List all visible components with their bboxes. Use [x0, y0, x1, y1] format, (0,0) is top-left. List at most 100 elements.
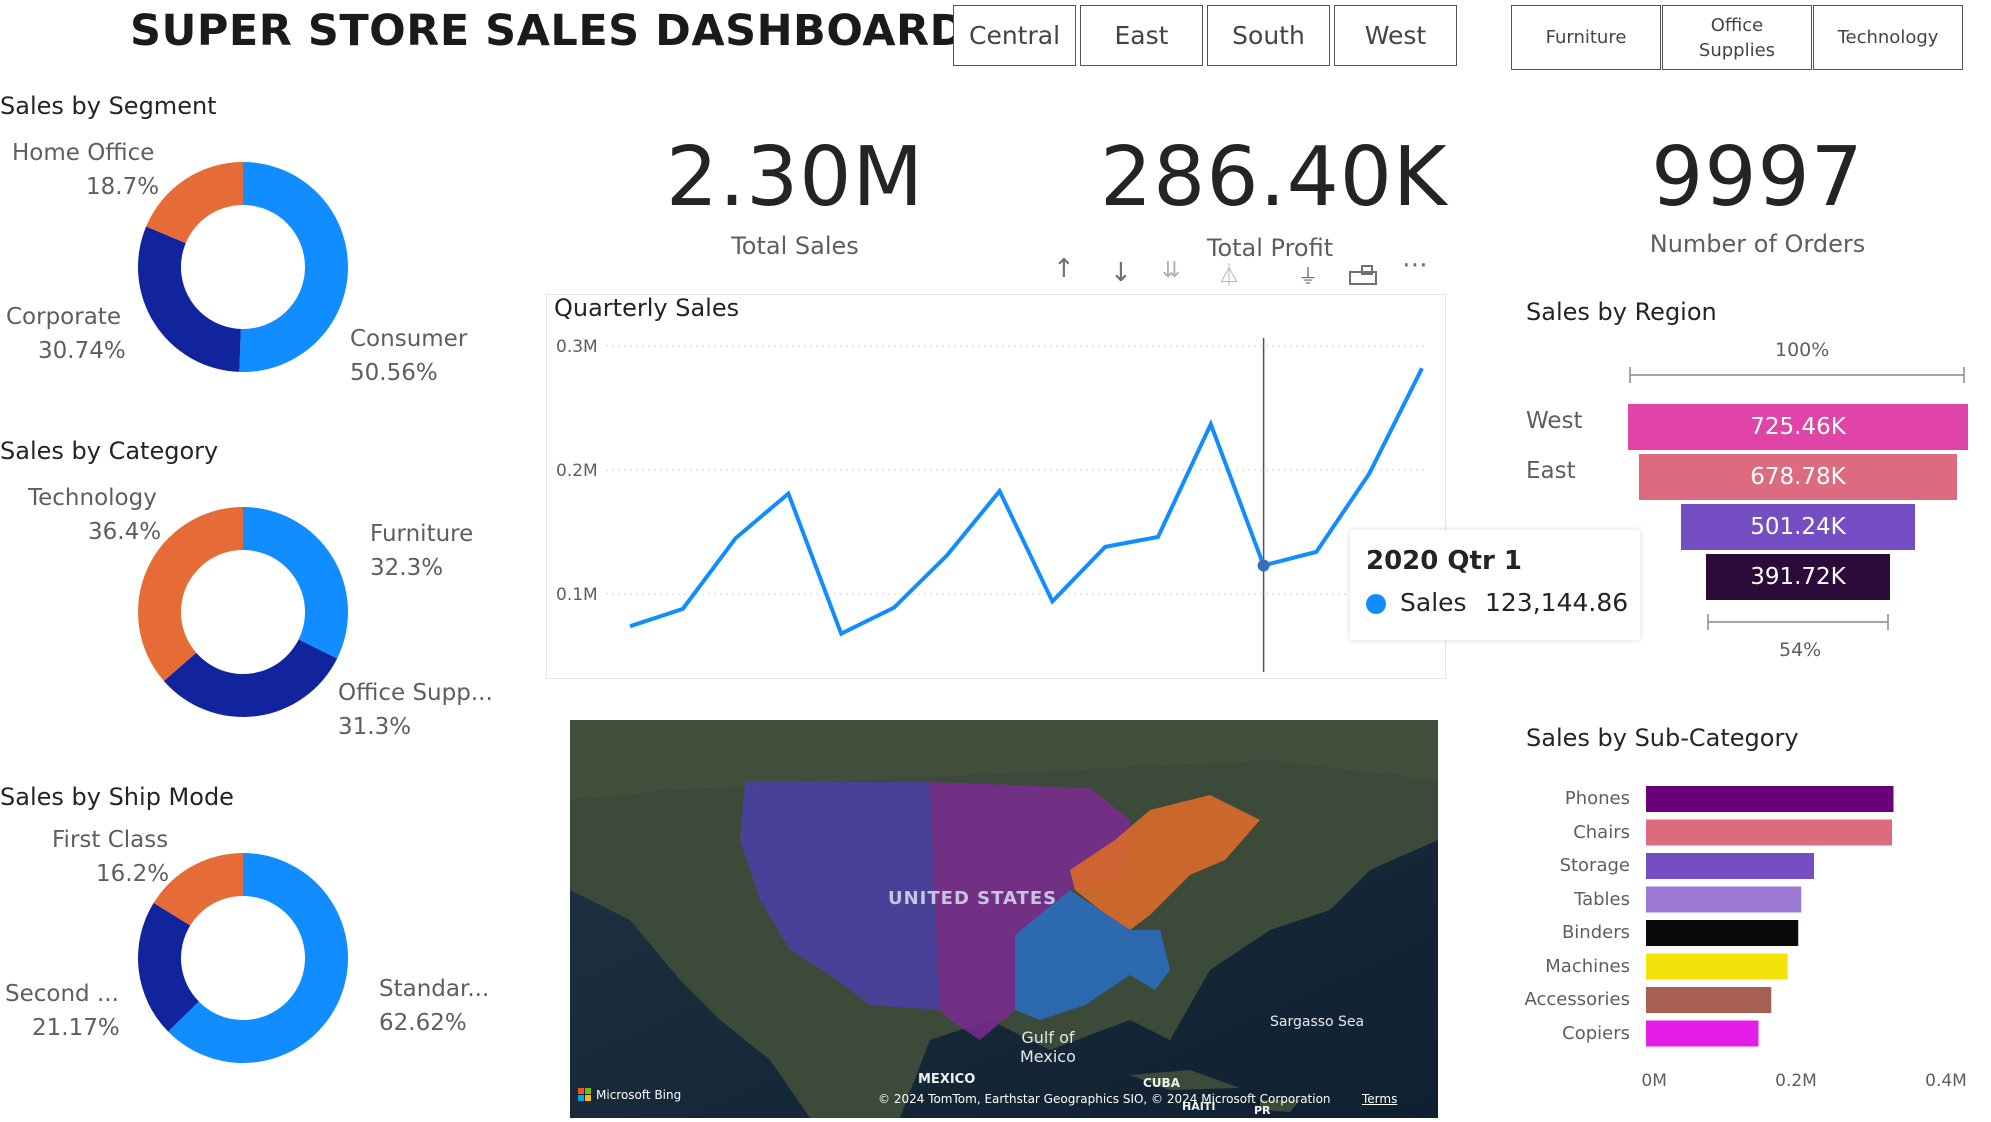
- slicer-region-central[interactable]: Central: [953, 5, 1076, 66]
- y-tick-label: 0.3M: [556, 337, 598, 357]
- region-label-west: West: [1526, 408, 1583, 434]
- tooltip-series-dot: [1366, 594, 1386, 614]
- region-bar-south[interactable]: 391.72K: [1706, 554, 1890, 600]
- kpi-total-profit-label: Total Profit: [1206, 234, 1334, 262]
- subcategory-chart[interactable]: 0.0M 0.2M 0.4M: [1640, 770, 1980, 1095]
- region-bottom-pct: 54%: [1779, 639, 1822, 661]
- category-slice-furniture[interactable]: [243, 507, 348, 659]
- subcategory-label-phones: Phones: [1564, 788, 1630, 809]
- subcategory-label-accessories: Accessories: [1524, 989, 1631, 1010]
- segment-slice-consumer[interactable]: [239, 162, 348, 372]
- y-tick-label: 0.1M: [556, 585, 598, 605]
- segment-pct-consumer: 50.56%: [350, 360, 438, 386]
- slicer-region-south[interactable]: South: [1207, 5, 1330, 66]
- y-tick-label: 0.2M: [556, 461, 598, 481]
- region-bottom-bracket: [1707, 614, 1889, 630]
- map-canvas[interactable]: [570, 720, 1438, 1118]
- segment-slice-home-office[interactable]: [146, 162, 243, 244]
- map-bing-label: Microsoft Bing: [596, 1088, 682, 1102]
- region-bar-central[interactable]: 501.24K: [1680, 504, 1916, 550]
- x-tick-label: 0.0M: [1640, 1071, 1667, 1091]
- quarterly-sales-title: Quarterly Sales: [554, 294, 740, 322]
- kpi-orders-label: Number of Orders: [1649, 230, 1866, 258]
- subcategory-bar-storage[interactable]: [1646, 853, 1814, 879]
- slicer-category-furniture[interactable]: Furniture: [1511, 5, 1661, 70]
- subcategory-bar-machines[interactable]: [1646, 953, 1788, 980]
- subcategory-bar-copiers[interactable]: [1646, 1020, 1759, 1047]
- slicer-category-office-supplies[interactable]: Office Supplies: [1662, 5, 1812, 70]
- kpi-total-profit-value: 286.40K: [1100, 130, 1448, 225]
- map-bing-logo: Microsoft Bing: [578, 1088, 681, 1102]
- map-sargasso-label: Sargasso Sea: [1270, 1014, 1365, 1030]
- category-label-furniture: Furniture: [370, 521, 474, 547]
- segment-label-corporate: Corporate: [6, 304, 121, 330]
- map-mexico-label: MEXICO: [918, 1072, 976, 1087]
- more-options-icon[interactable]: ⋯: [1402, 250, 1428, 280]
- subcategory-title: Sales by Sub-Category: [1526, 724, 1799, 752]
- segment-pct-corporate: 30.74%: [38, 338, 126, 364]
- segment-label-home-office: Home Office: [12, 140, 155, 166]
- next-level-icon[interactable]: ⇊: [1162, 258, 1180, 283]
- map-cuba-label: CUBA: [1143, 1076, 1180, 1090]
- map-terms-link[interactable]: Terms: [1362, 1092, 1397, 1106]
- category-pct-furniture: 32.3%: [370, 555, 444, 581]
- drill-down-icon[interactable]: ↓: [1110, 258, 1132, 288]
- shipmode-label-first-class: First Class: [52, 827, 169, 853]
- kpi-total-sales-value: 2.30M: [665, 130, 925, 225]
- category-label-office-supplies: Office Supp...: [338, 680, 493, 706]
- subcategory-bar-tables[interactable]: [1646, 886, 1802, 913]
- subcategory-bar-phones[interactable]: [1646, 786, 1894, 812]
- subcategory-label-chairs: Chairs: [1573, 821, 1630, 843]
- microsoft-logo-icon: [578, 1088, 591, 1101]
- sales-point[interactable]: [1257, 559, 1270, 572]
- slicer-category-technology[interactable]: Technology: [1813, 5, 1963, 70]
- focus-mode-icon[interactable]: [1348, 264, 1378, 286]
- sales-map[interactable]: UNITED STATES Gulf of Mexico MEXICO CUBA…: [570, 720, 1438, 1118]
- chart-tooltip: 2020 Qtr 1 Sales 123,144.86: [1350, 530, 1640, 640]
- region-label-east: East: [1526, 458, 1576, 484]
- shipmode-donut[interactable]: [0, 831, 500, 1091]
- shipmode-pct-first-class: 16.2%: [96, 861, 170, 887]
- map-copyright: © 2024 TomTom, Earthstar Geographics SIO…: [878, 1092, 1331, 1106]
- shipmode-title: Sales by Ship Mode: [0, 783, 234, 811]
- expand-hierarchy-icon[interactable]: ⏃: [1218, 258, 1240, 290]
- dashboard-title: SUPER STORE SALES DASHBOARD: [130, 6, 966, 56]
- kpi-total-sales-label: Total Sales: [731, 232, 859, 260]
- subcategory-bar-chairs[interactable]: [1646, 819, 1892, 846]
- tooltip-title: 2020 Qtr 1: [1366, 546, 1522, 576]
- region-top-pct: 100%: [1775, 339, 1830, 361]
- segment-label-consumer: Consumer: [350, 326, 468, 352]
- map-gulf-label: Gulf of Mexico: [1020, 1028, 1076, 1066]
- subcategory-label-machines: Machines: [1545, 955, 1630, 977]
- subcategory-label-binders: Binders: [1561, 922, 1630, 943]
- subcategory-bar-binders[interactable]: [1646, 920, 1799, 946]
- x-tick-label: 0.2M: [1775, 1071, 1817, 1091]
- x-tick-label: 0.4M: [1925, 1071, 1967, 1091]
- segment-title: Sales by Segment: [0, 92, 217, 120]
- tooltip-series-name: Sales: [1400, 588, 1467, 617]
- subcategory-label-tables: Tables: [1574, 888, 1630, 910]
- region-bar-west[interactable]: 725.46K: [1628, 404, 1968, 450]
- slicer-region-east[interactable]: East: [1080, 5, 1203, 66]
- segment-slice-corporate[interactable]: [138, 226, 241, 372]
- segment-pct-home-office: 18.7%: [86, 174, 160, 200]
- quarterly-sales-chart[interactable]: 0.3M 0.2M 0.1M: [546, 294, 1446, 679]
- subcategory-bar-accessories[interactable]: [1646, 987, 1772, 1013]
- category-title: Sales by Category: [0, 437, 219, 465]
- shipmode-pct-standard: 62.62%: [379, 1010, 467, 1036]
- region-title: Sales by Region: [1526, 298, 1717, 326]
- shipmode-label-standard: Standar...: [379, 976, 490, 1002]
- shipmode-pct-second: 21.17%: [32, 1015, 120, 1041]
- category-pct-technology: 36.4%: [88, 519, 162, 545]
- slicer-region-west[interactable]: West: [1334, 5, 1457, 66]
- kpi-orders-value: 9997: [1651, 130, 1864, 225]
- filter-icon[interactable]: ⏚: [1298, 260, 1318, 289]
- region-bar-east[interactable]: 678.78K: [1638, 454, 1958, 500]
- map-country-label: UNITED STATES: [888, 888, 1058, 909]
- category-pct-office-supplies: 31.3%: [338, 714, 412, 740]
- region-top-bracket: [1629, 367, 1965, 383]
- shipmode-label-second: Second ...: [5, 981, 119, 1007]
- subcategory-label-storage: Storage: [1559, 855, 1630, 876]
- category-label-technology: Technology: [28, 485, 157, 511]
- drill-up-icon[interactable]: ↑: [1053, 254, 1075, 284]
